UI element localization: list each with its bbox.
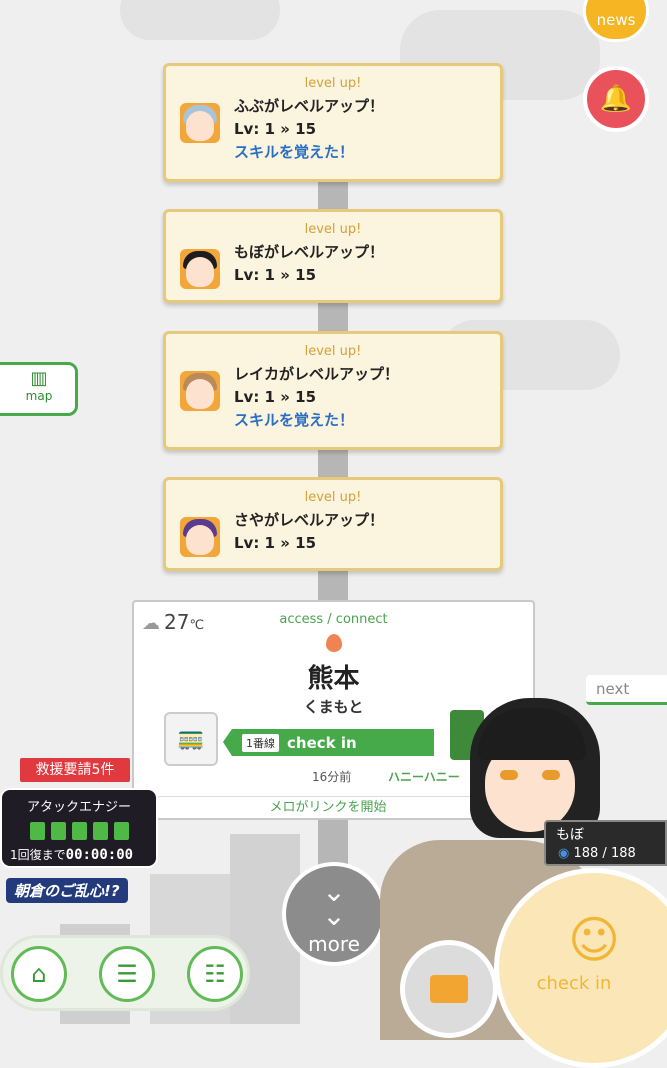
levelup-card[interactable]: level up! ふぶがレベルアップ！ Lv: 1 » 15 スキルを覚えた！ <box>163 63 503 182</box>
energy-title: アタックエナジー <box>26 800 131 815</box>
skill-learned: スキルを覚えた！ <box>234 411 355 429</box>
bottom-nav: ⌂ ☰ ☷ <box>0 935 250 1011</box>
levelup-message: レイカがレベルアップ！ <box>234 365 400 383</box>
hp-icon: ◉ <box>558 846 570 861</box>
access-label: access / connect <box>279 612 388 627</box>
level-range: Lv: 1 » 15 <box>234 534 317 552</box>
levelup-message: ふぶがレベルアップ！ <box>234 97 385 115</box>
event-banner[interactable]: 朝倉のご乱心!? <box>6 878 128 903</box>
avatar <box>180 517 220 557</box>
flame-icon <box>326 634 342 652</box>
map-icon: ▥ <box>30 368 48 389</box>
card-tag: level up! <box>304 344 362 359</box>
avatar <box>180 103 220 143</box>
card-tag: level up! <box>304 490 362 505</box>
character-hp: 188 / 188 <box>573 846 636 861</box>
levelup-message: さやがレベルアップ！ <box>234 511 385 529</box>
level-range: Lv: 1 » 15 <box>234 120 317 138</box>
avatar <box>180 249 220 289</box>
skill-learned: スキルを覚えた！ <box>234 143 355 161</box>
notification-button[interactable]: 🔔 <box>583 66 649 132</box>
mascot-icon: ☺ <box>567 911 621 969</box>
line-badge: 1番線 <box>242 733 279 752</box>
levelup-card[interactable]: level up! さやがレベルアップ！ Lv: 1 » 15 <box>163 477 503 571</box>
bell-icon: 🔔 <box>599 84 633 114</box>
train-list-icon: ☷ <box>204 960 226 988</box>
home-icon: ⌂ <box>31 960 47 988</box>
background-cloud <box>120 0 280 40</box>
news-label: news <box>596 11 636 29</box>
timeline-button[interactable]: ☰ <box>99 946 155 1002</box>
train-log-button[interactable]: ☷ <box>187 946 243 1002</box>
levelup-message: もぼがレベルアップ！ <box>234 243 385 261</box>
character-name: もぼ <box>556 827 584 843</box>
train-icon: 🚃 <box>164 712 218 766</box>
checkin-button-label: check in <box>536 973 612 994</box>
character-status-panel: もぼ ◉ 188 / 188 <box>544 820 667 866</box>
level-range: Lv: 1 » 15 <box>234 388 317 406</box>
levelup-card[interactable]: level up! もぼがレベルアップ！ Lv: 1 » 15 <box>163 209 503 303</box>
card-tag: level up! <box>304 76 362 91</box>
map-label: map <box>25 389 53 403</box>
rescue-badge[interactable]: 救援要請5件 <box>20 758 130 782</box>
card-tag: level up! <box>304 222 362 237</box>
home-button[interactable]: ⌂ <box>11 946 67 1002</box>
map-button[interactable]: ▥ map <box>0 362 78 416</box>
time-ago: 16分前 <box>312 770 352 784</box>
checkin-label: check in <box>287 733 357 752</box>
levelup-card[interactable]: level up! レイカがレベルアップ！ Lv: 1 » 15 スキルを覚えた… <box>163 331 503 450</box>
energy-timer: 00:00:00 <box>65 847 134 863</box>
energy-recover-label: 1回復まで <box>10 848 66 862</box>
attack-energy-panel: アタックエナジー 1回復まで00:00:00 <box>0 788 158 868</box>
avatar <box>180 371 220 411</box>
list-icon: ☰ <box>116 960 138 988</box>
level-range: Lv: 1 » 15 <box>234 266 317 284</box>
energy-cells <box>2 822 156 840</box>
